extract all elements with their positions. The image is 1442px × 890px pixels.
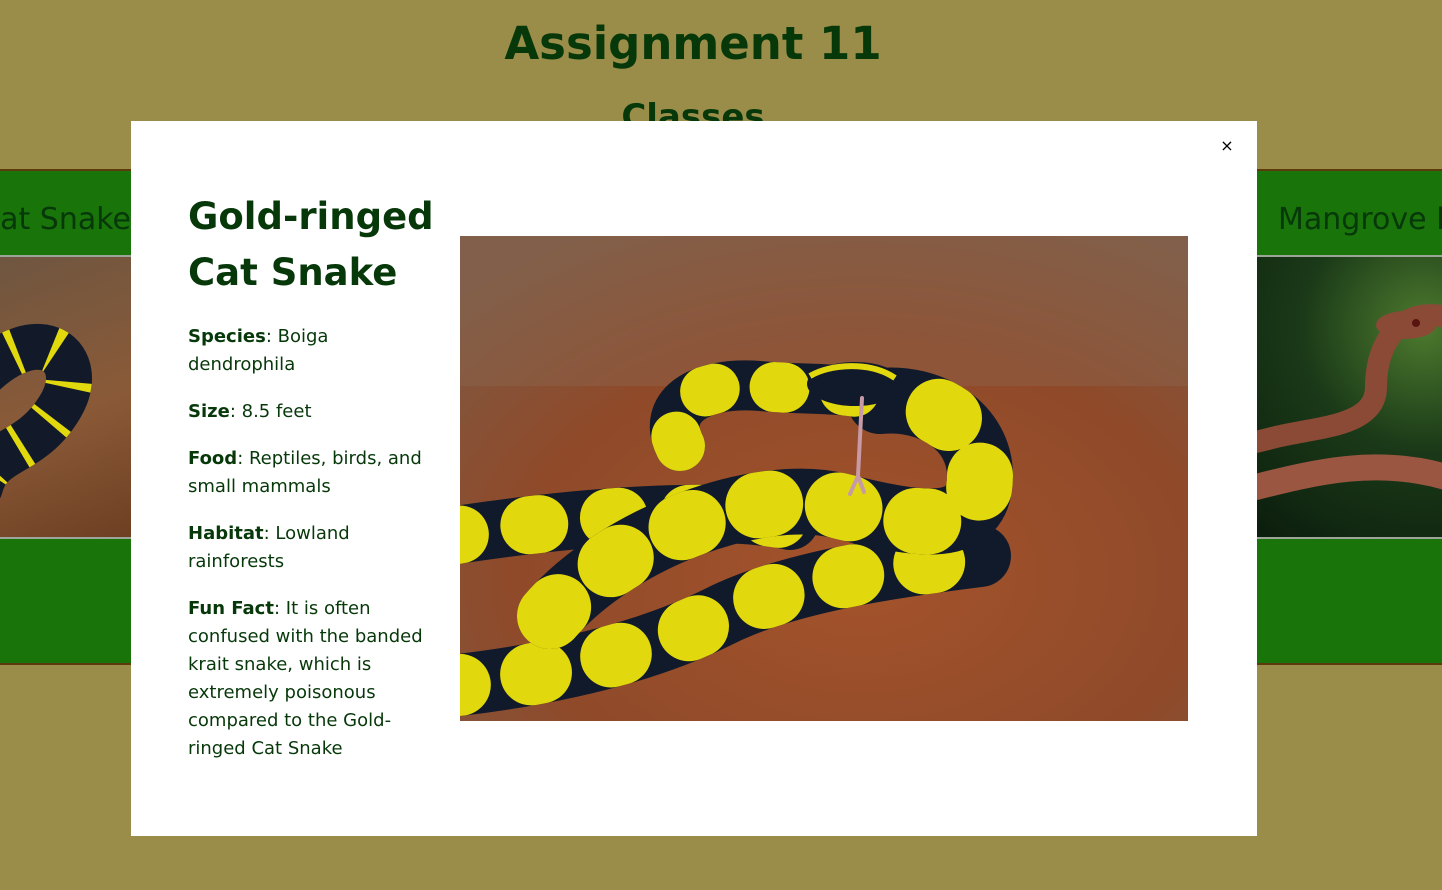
animal-modal: × Gold-ringed Cat Snake Species: Boiga d… (131, 121, 1257, 836)
page-title: Assignment 11 (504, 17, 882, 70)
fact-label: Species (188, 326, 266, 347)
card-title-mangrove[interactable]: Mangrove P (1278, 192, 1442, 248)
fact-label: Fun Fact (188, 598, 274, 619)
close-icon[interactable]: × (1215, 134, 1239, 158)
fact-fun-fact: Fun Fact: It is often confused with the … (188, 595, 434, 763)
fact-value: : It is often confused with the banded k… (188, 598, 423, 759)
fact-food: Food: Reptiles, birds, and small mammals (188, 445, 434, 501)
fact-label: Habitat (188, 523, 264, 544)
animal-info: Gold-ringed Cat Snake Species: Boiga den… (188, 189, 434, 782)
card-image-mangrove[interactable] (1256, 255, 1442, 539)
fact-value: : 8.5 feet (229, 401, 312, 422)
card-image-cat-snake[interactable] (0, 255, 132, 539)
snake-photo (460, 236, 1188, 721)
animal-name: Gold-ringed Cat Snake (188, 195, 434, 294)
page: Assignment 11 Classes Cat Snake Mangrove… (0, 0, 1442, 890)
fact-habitat: Habitat: Lowland rainforests (188, 520, 434, 576)
fact-species: Species: Boiga dendrophila (188, 323, 434, 379)
fact-label: Size (188, 401, 230, 422)
card-title-cat-snake[interactable]: Cat Snake (0, 192, 131, 248)
fact-label: Food (188, 448, 238, 469)
fact-size: Size: 8.5 feet (188, 398, 434, 426)
